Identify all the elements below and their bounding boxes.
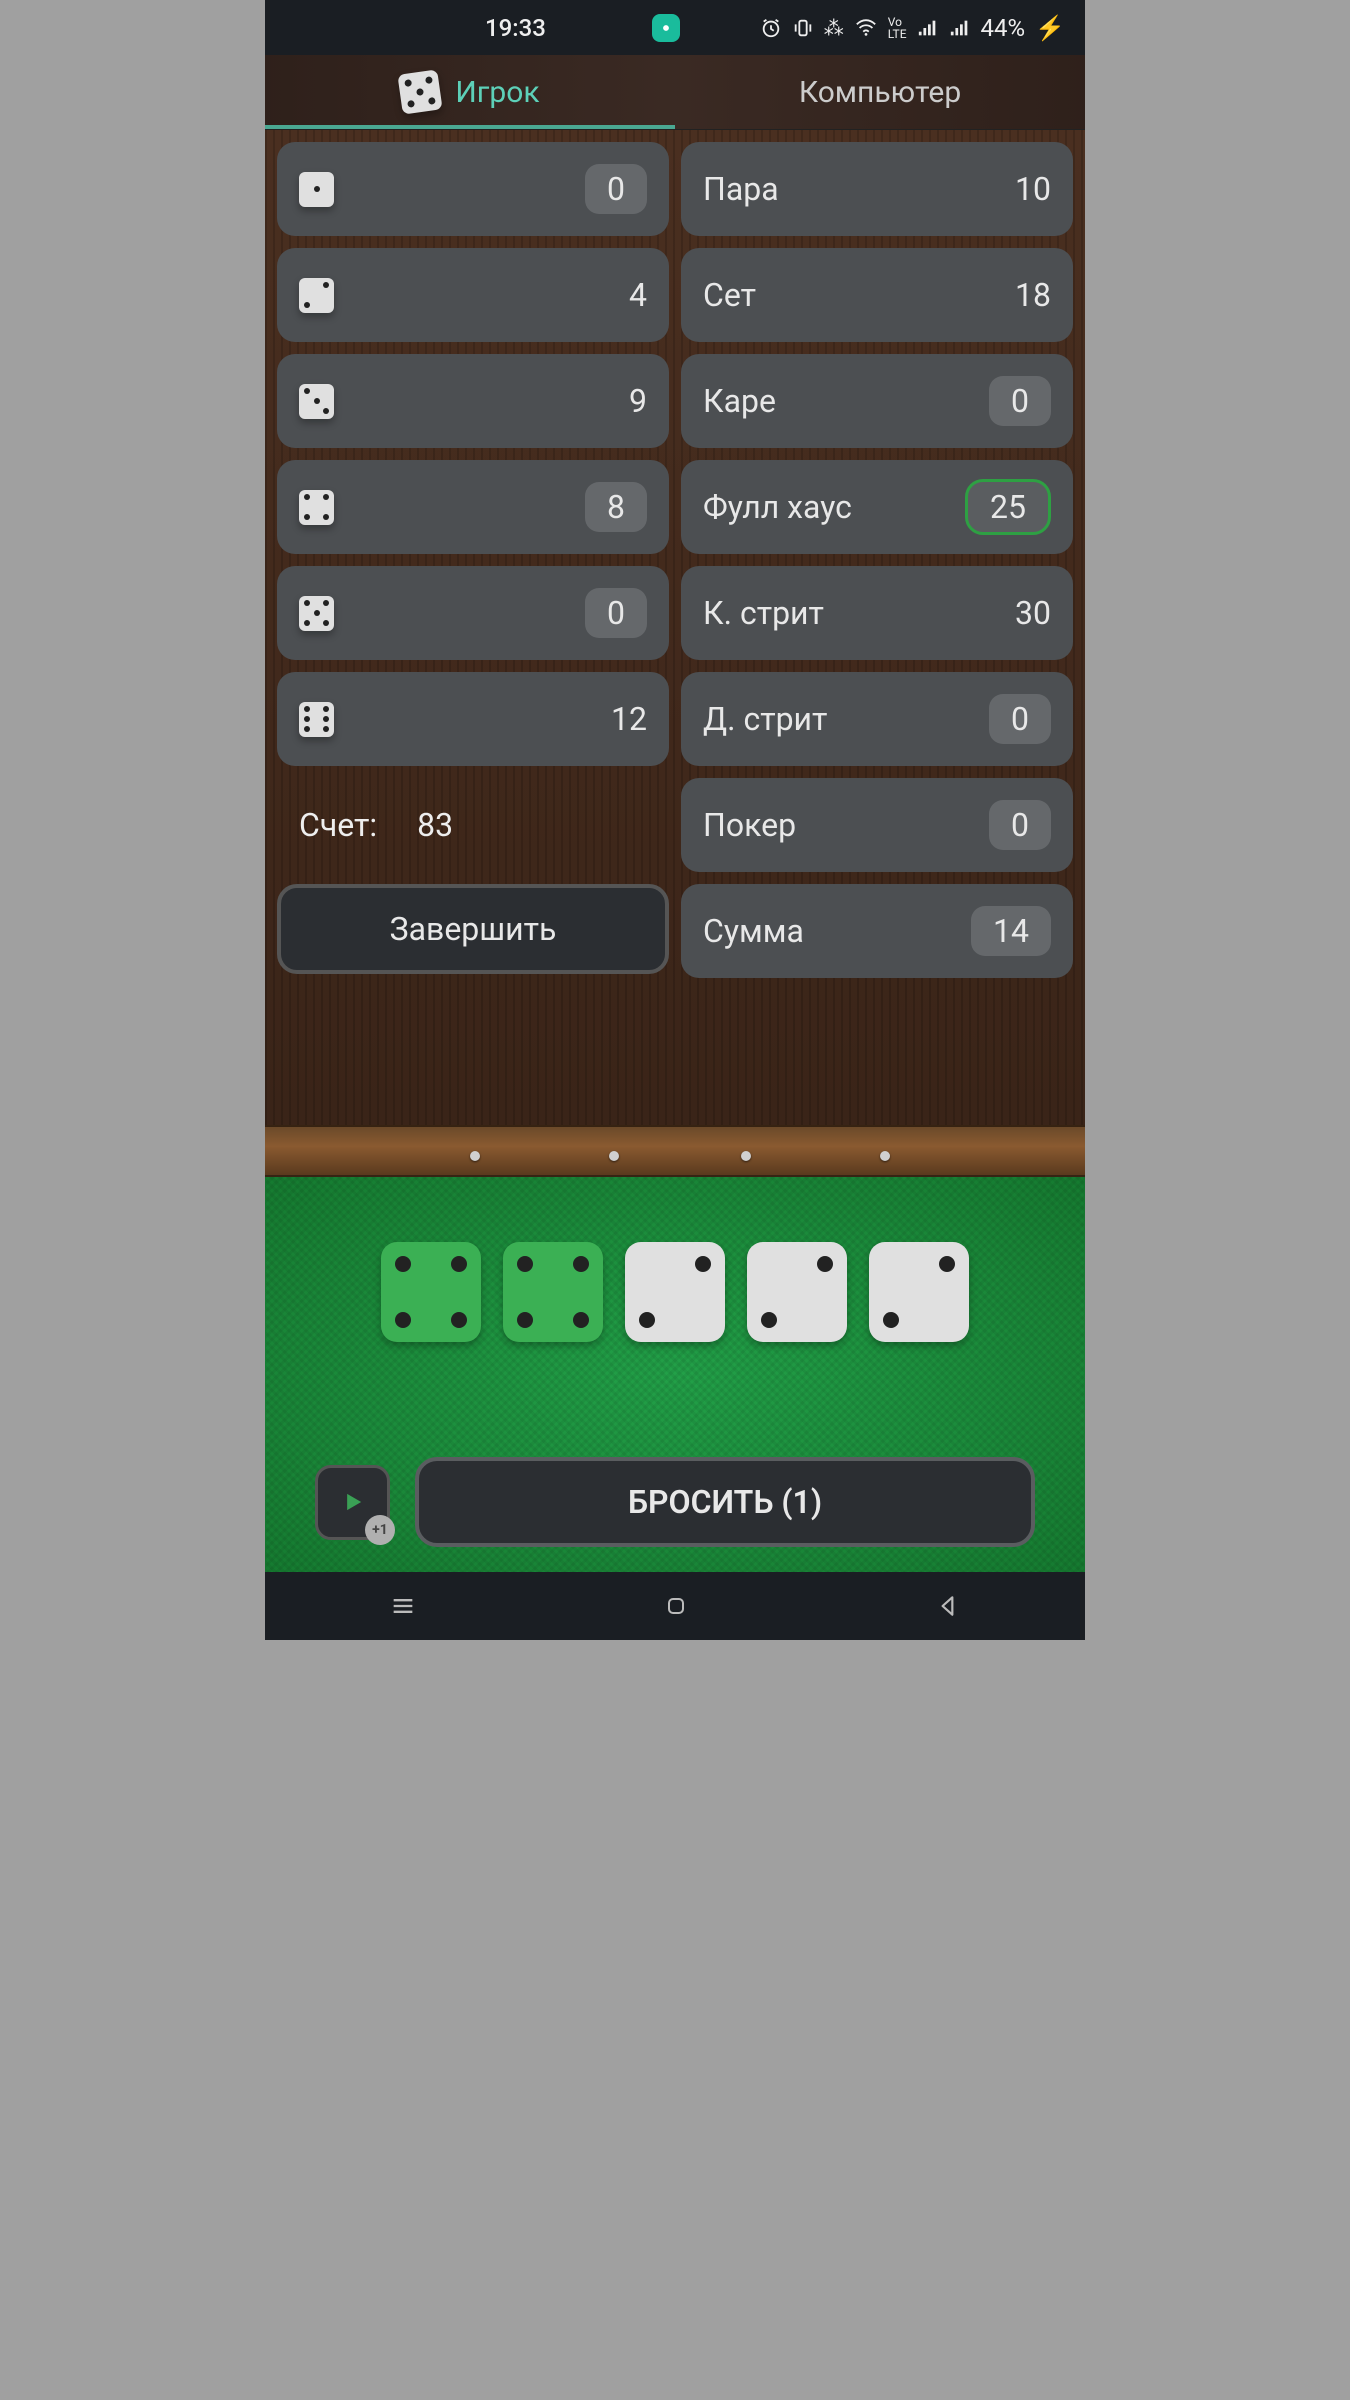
charging-icon: ⚡ [1035,14,1065,42]
phone-frame: 19:33 ⁂ VoLTE 44% ⚡ Игрок Компьютер 0 [265,0,1085,1640]
wifi-icon [854,17,878,39]
android-navbar [265,1572,1085,1640]
camera-app-icon [652,14,680,42]
signal-icon [917,18,939,38]
combo-cell[interactable]: Д. стрит 0 [681,672,1073,766]
combo-cell[interactable]: Пара 10 [681,142,1073,236]
combo-cell[interactable]: Сет 18 [681,248,1073,342]
score-value: 8 [585,482,647,532]
score-cell-face-1[interactable]: 0 [277,142,669,236]
finish-label: Завершить [390,910,557,948]
action-row: +1 БРОСИТЬ (1) [285,1457,1065,1557]
combo-cell[interactable]: Фулл хаус 25 [681,460,1073,554]
combo-value: 18 [1015,276,1051,314]
combo-cell[interactable]: Сумма 14 [681,884,1073,978]
felt-area: +1 БРОСИТЬ (1) [265,1177,1085,1572]
plus-one-badge: +1 [365,1515,395,1545]
rolled-die-4[interactable] [747,1242,847,1342]
dice-row [285,1242,1065,1342]
rolled-die-2[interactable] [503,1242,603,1342]
combo-label: Сет [703,276,1015,314]
score-cell-face-3[interactable]: 9 [277,354,669,448]
score-label: Счет: [299,806,377,844]
die-face-3-icon [299,384,334,419]
finish-button[interactable]: Завершить [277,884,669,974]
combo-cell[interactable]: К. стрит 30 [681,566,1073,660]
dice-icon [398,69,443,114]
right-column: Пара 10 Сет 18 Каре 0 Фулл хаус 25 К. ст… [681,142,1073,1113]
recent-apps-icon[interactable] [389,1592,417,1620]
die-face-6-icon [299,702,334,737]
combo-label: Сумма [703,912,971,950]
die-face-4-icon [299,490,334,525]
combo-value: 14 [971,906,1051,956]
combo-value: 0 [989,694,1051,744]
combo-value: 0 [989,376,1051,426]
total-score-row: Счет: 83 [277,778,669,872]
score-value: 12 [611,700,647,738]
score-cell-face-4[interactable]: 8 [277,460,669,554]
back-icon[interactable] [935,1593,961,1619]
score-value: 9 [629,382,647,420]
play-icon [339,1488,367,1516]
die-face-1-icon [299,172,334,207]
status-time: 19:33 [485,14,546,42]
combo-value: 10 [1015,170,1051,208]
combo-label: Покер [703,806,989,844]
volte-icon: VoLTE [888,16,907,40]
combo-label: Каре [703,382,989,420]
signal2-icon [949,18,971,38]
combo-value: 25 [965,479,1051,535]
combo-cell[interactable]: Покер 0 [681,778,1073,872]
score-area: 0 4 9 8 0 12 Счет: 83 Завершить Пара 10 Сет… [265,130,1085,1125]
alarm-icon [760,17,782,39]
tab-computer[interactable]: Компьютер [675,55,1085,129]
combo-value: 30 [1015,594,1051,632]
status-bar: 19:33 ⁂ VoLTE 44% ⚡ [265,0,1085,55]
tab-player-label: Игрок [455,75,539,110]
combo-label: К. стрит [703,594,1015,632]
score-value: 4 [629,276,647,314]
roll-button-label: БРОСИТЬ (1) [628,1483,822,1521]
left-column: 0 4 9 8 0 12 Счет: 83 Завершить [277,142,669,1113]
bonus-roll-button[interactable]: +1 [315,1465,390,1540]
combo-value: 0 [989,800,1051,850]
wood-rail [265,1125,1085,1177]
tabs: Игрок Компьютер [265,55,1085,130]
bluetooth-icon: ⁂ [824,16,844,40]
score-value: 0 [585,164,647,214]
tab-player[interactable]: Игрок [265,55,675,129]
tab-computer-label: Компьютер [799,75,961,110]
rolled-die-5[interactable] [869,1242,969,1342]
home-icon[interactable] [664,1594,688,1618]
battery-text: 44% [981,14,1026,42]
score-cell-face-2[interactable]: 4 [277,248,669,342]
score-value: 0 [585,588,647,638]
combo-label: Пара [703,170,1015,208]
vibrate-icon [792,17,814,39]
score-cell-face-6[interactable]: 12 [277,672,669,766]
combo-label: Фулл хаус [703,488,965,526]
die-face-2-icon [299,278,334,313]
score-value: 83 [417,806,453,844]
die-face-5-icon [299,596,334,631]
roll-button[interactable]: БРОСИТЬ (1) [415,1457,1035,1547]
rolled-die-3[interactable] [625,1242,725,1342]
combo-cell[interactable]: Каре 0 [681,354,1073,448]
combo-label: Д. стрит [703,700,989,738]
rolled-die-1[interactable] [381,1242,481,1342]
score-cell-face-5[interactable]: 0 [277,566,669,660]
